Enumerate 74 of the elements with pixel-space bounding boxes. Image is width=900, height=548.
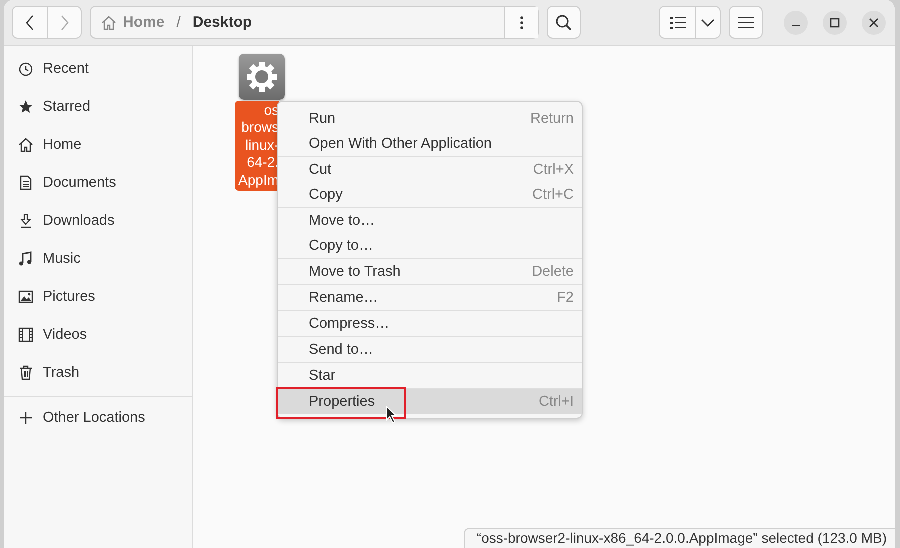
sidebar-item[interactable]: Videos (4, 316, 192, 354)
forward-icon (60, 14, 70, 30)
main-menu-button[interactable] (729, 6, 763, 39)
menu-item[interactable]: Star (278, 363, 582, 388)
sidebar-item[interactable]: Trash (4, 354, 192, 392)
menu-item[interactable]: Send to… (278, 337, 582, 362)
sidebar-item[interactable]: Recent (4, 50, 192, 88)
search-button[interactable] (547, 6, 581, 39)
shortcut-label: Ctrl+I (538, 394, 574, 410)
sidebar-item[interactable]: Home (4, 126, 192, 164)
menu-item[interactable]: Properties Ctrl+I (278, 389, 582, 414)
chevron-down-icon (701, 18, 715, 28)
download-icon (18, 213, 34, 229)
menu-item[interactable]: Move to… (278, 208, 582, 233)
path-segment[interactable]: Desktop (190, 14, 254, 31)
menu-item-label: Send to… (309, 342, 374, 358)
menu-item-label: Compress… (309, 316, 390, 332)
menu-item-label: Copy (309, 186, 343, 202)
minimize-icon (792, 24, 800, 26)
sidebar-item[interactable]: Pictures (4, 278, 192, 316)
menu-item[interactable]: Move to Trash Delete (278, 259, 582, 284)
minimize-button[interactable] (784, 10, 808, 34)
back-icon (25, 14, 35, 30)
menu-item-label: Properties (309, 394, 376, 410)
home-icon (101, 14, 117, 30)
menu-item[interactable]: Compress… (278, 311, 582, 336)
shortcut-label: Return (530, 110, 574, 126)
shortcut-label: Ctrl+C (532, 186, 574, 202)
list-icon (670, 16, 686, 30)
menu-item-label: Open With Other Application (309, 136, 492, 152)
sidebar-item[interactable]: Downloads (4, 202, 192, 240)
menu-item-label: Cut (309, 162, 332, 178)
sidebar-item[interactable]: Documents (4, 164, 192, 202)
menu-item-label: Move to Trash (309, 264, 401, 280)
menu-item-label: Star (309, 368, 336, 384)
sidebar-item[interactable]: Starred (4, 88, 192, 126)
trash-icon (18, 365, 34, 381)
menu-item[interactable]: Copy Ctrl+C (278, 182, 582, 207)
menu-item-label: Move to… (309, 212, 376, 228)
menu-item-label: Run (309, 110, 336, 126)
menu-item[interactable]: Rename… F2 (278, 285, 582, 310)
application-icon[interactable] (239, 54, 285, 100)
menu-item[interactable]: Copy to… (278, 233, 582, 258)
search-icon (555, 14, 573, 32)
status-bar: “oss-browser2-linux-x86_64-2.0.0.AppImage” selected (123.0 MB) (464, 528, 895, 548)
shortcut-label: F2 (557, 290, 574, 306)
back-button[interactable] (13, 7, 47, 38)
menu-icon (738, 16, 754, 28)
menu-item[interactable]: Open With Other Application (278, 131, 582, 156)
more-icon (520, 16, 524, 30)
shortcut-label: Ctrl+X (533, 162, 574, 178)
maximize-icon (830, 18, 840, 28)
shortcut-label: Delete (532, 264, 574, 280)
gear-icon (245, 60, 279, 94)
list-view-button[interactable] (660, 7, 695, 38)
home-icon (18, 137, 34, 153)
sidebar-item[interactable]: Other Locations (4, 399, 192, 437)
path-separator: / (176, 14, 182, 31)
sidebar-item[interactable]: Music (4, 240, 192, 278)
view-options-button[interactable] (695, 7, 720, 38)
close-button[interactable] (862, 10, 886, 34)
menu-item[interactable]: Run Return (278, 106, 582, 131)
picture-icon (18, 289, 34, 305)
film-icon (18, 327, 34, 343)
star-icon (18, 99, 34, 115)
clock-icon (18, 61, 34, 77)
plus-icon (18, 410, 34, 426)
music-note-icon (18, 251, 34, 267)
maximize-button[interactable] (823, 10, 847, 34)
menu-item-label: Rename… (309, 290, 378, 306)
document-icon (18, 175, 34, 191)
close-icon (869, 18, 879, 28)
menu-item[interactable]: Cut Ctrl+X (278, 157, 582, 182)
menu-item-label: Copy to… (309, 238, 374, 254)
